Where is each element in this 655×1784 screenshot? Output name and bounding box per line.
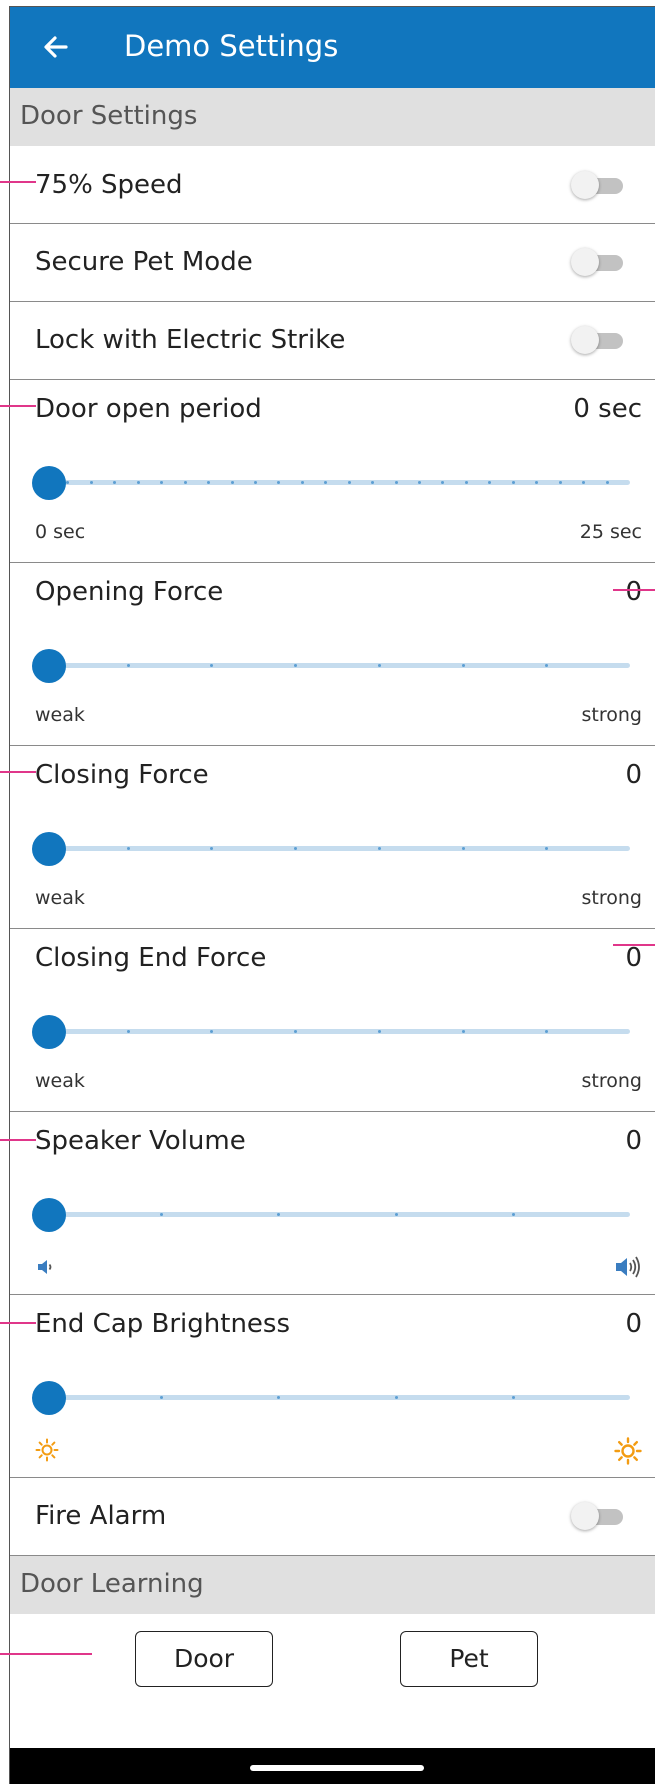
slider-thumb[interactable] <box>32 1198 66 1232</box>
slider-tick <box>394 1213 398 1216</box>
setting-row-speed: 75% Speed <box>10 146 655 224</box>
setting-label: Secure Pet Mode <box>35 247 253 277</box>
slider-tick <box>511 481 515 484</box>
slider-speaker-volume[interactable] <box>32 1195 644 1235</box>
annotation-line <box>0 181 36 183</box>
annotation-line <box>0 1322 36 1324</box>
setting-row-fire-alarm: Fire Alarm <box>10 1478 655 1556</box>
toggle-speed[interactable] <box>571 169 625 201</box>
setting-label: Lock with Electric Strike <box>35 325 346 355</box>
slider-tick <box>126 664 130 667</box>
section-title: Door Settings <box>20 101 198 131</box>
setting-value: 0 <box>625 760 642 790</box>
setting-row-end-cap-brightness: End Cap Brightness 0 <box>10 1295 655 1478</box>
system-navigation-bar <box>10 1748 655 1784</box>
slider-tick <box>377 847 381 850</box>
slider-tick <box>136 481 140 484</box>
slider-tick <box>394 1396 398 1399</box>
slider-tick <box>230 481 234 484</box>
slider-tick <box>605 481 609 484</box>
slider-tick <box>461 1030 465 1033</box>
slider-max-label: strong <box>581 1070 642 1092</box>
setting-label: Door open period <box>35 394 262 424</box>
annotation-line <box>0 1653 92 1655</box>
setting-label: Closing Force <box>35 760 209 790</box>
slider-end-cap-brightness[interactable] <box>32 1378 644 1418</box>
slider-min-label: 0 sec <box>35 521 86 543</box>
slider-max-label: strong <box>581 704 642 726</box>
slider-tick <box>461 847 465 850</box>
toggle-secure-pet-mode[interactable] <box>571 246 625 278</box>
slider-thumb[interactable] <box>32 649 66 683</box>
slider-tick <box>558 481 562 484</box>
setting-row-opening-force: Opening Force 0 weak strong <box>10 563 655 746</box>
home-indicator[interactable] <box>250 1765 424 1771</box>
setting-label: Fire Alarm <box>35 1501 167 1531</box>
setting-row-closing-force: Closing Force 0 weak strong <box>10 746 655 929</box>
slider-tick <box>464 481 468 484</box>
slider-tick <box>347 481 351 484</box>
app-screen: Demo Settings Door Settings 75% Speed Se… <box>9 6 655 1784</box>
slider-thumb[interactable] <box>32 832 66 866</box>
sun-bright-icon <box>614 1437 642 1465</box>
setting-label: 75% Speed <box>35 170 183 200</box>
section-header-door-settings: Door Settings <box>10 88 655 146</box>
setting-label: Opening Force <box>35 577 224 607</box>
annotation-line <box>0 405 36 407</box>
toggle-fire-alarm[interactable] <box>571 1500 625 1532</box>
slider-tick <box>300 481 304 484</box>
annotation-line <box>613 944 655 946</box>
slider-closing-force[interactable] <box>32 829 644 869</box>
app-bar: Demo Settings <box>10 7 655 88</box>
annotation-line <box>0 771 36 773</box>
back-arrow-icon[interactable] <box>36 27 76 67</box>
slider-tick <box>89 481 93 484</box>
slider-tick <box>377 1030 381 1033</box>
setting-row-door-open-period: Door open period 0 sec 0 sec 25 sec <box>10 380 655 563</box>
setting-value: 0 <box>625 943 642 973</box>
speaker-low-icon <box>38 1260 52 1274</box>
setting-value: 0 sec <box>573 394 642 424</box>
setting-value: 0 <box>625 1309 642 1339</box>
slider-max-label: 25 sec <box>579 521 642 543</box>
speaker-high-icon <box>616 1256 640 1278</box>
toggle-electric-strike[interactable] <box>571 324 625 356</box>
annotation-line <box>0 1139 36 1141</box>
slider-door-open-period[interactable] <box>32 463 644 503</box>
setting-row-secure-pet-mode: Secure Pet Mode <box>10 224 655 302</box>
slider-opening-force[interactable] <box>32 646 644 686</box>
setting-label: Closing End Force <box>35 943 267 973</box>
setting-label: End Cap Brightness <box>35 1309 291 1339</box>
slider-tick <box>461 664 465 667</box>
slider-tick <box>183 481 187 484</box>
section-header-door-learning: Door Learning <box>10 1556 655 1614</box>
door-learning-button[interactable]: Door <box>135 1631 273 1687</box>
slider-closing-end-force[interactable] <box>32 1012 644 1052</box>
slider-tick <box>511 1396 515 1399</box>
section-title: Door Learning <box>20 1569 204 1599</box>
annotation-line <box>613 589 655 591</box>
slider-tick <box>394 481 398 484</box>
slider-thumb[interactable] <box>32 1015 66 1049</box>
slider-min-label: weak <box>35 1070 85 1092</box>
page-title: Demo Settings <box>124 29 339 63</box>
sun-dim-icon <box>35 1438 59 1462</box>
slider-thumb[interactable] <box>32 1381 66 1415</box>
setting-label: Speaker Volume <box>35 1126 246 1156</box>
setting-row-speaker-volume: Speaker Volume 0 <box>10 1112 655 1295</box>
slider-tick <box>126 1030 130 1033</box>
setting-value: 0 <box>625 1126 642 1156</box>
slider-tick <box>377 664 381 667</box>
slider-tick <box>511 1213 515 1216</box>
setting-value: 0 <box>625 577 642 607</box>
slider-tick <box>126 847 130 850</box>
slider-min-label: weak <box>35 704 85 726</box>
slider-thumb[interactable] <box>32 466 66 500</box>
slider-max-label: strong <box>581 887 642 909</box>
setting-row-electric-strike: Lock with Electric Strike <box>10 302 655 380</box>
slider-tick <box>253 481 257 484</box>
slider-min-label: weak <box>35 887 85 909</box>
setting-row-closing-end-force: Closing End Force 0 weak strong <box>10 929 655 1112</box>
pet-learning-button[interactable]: Pet <box>400 1631 538 1687</box>
